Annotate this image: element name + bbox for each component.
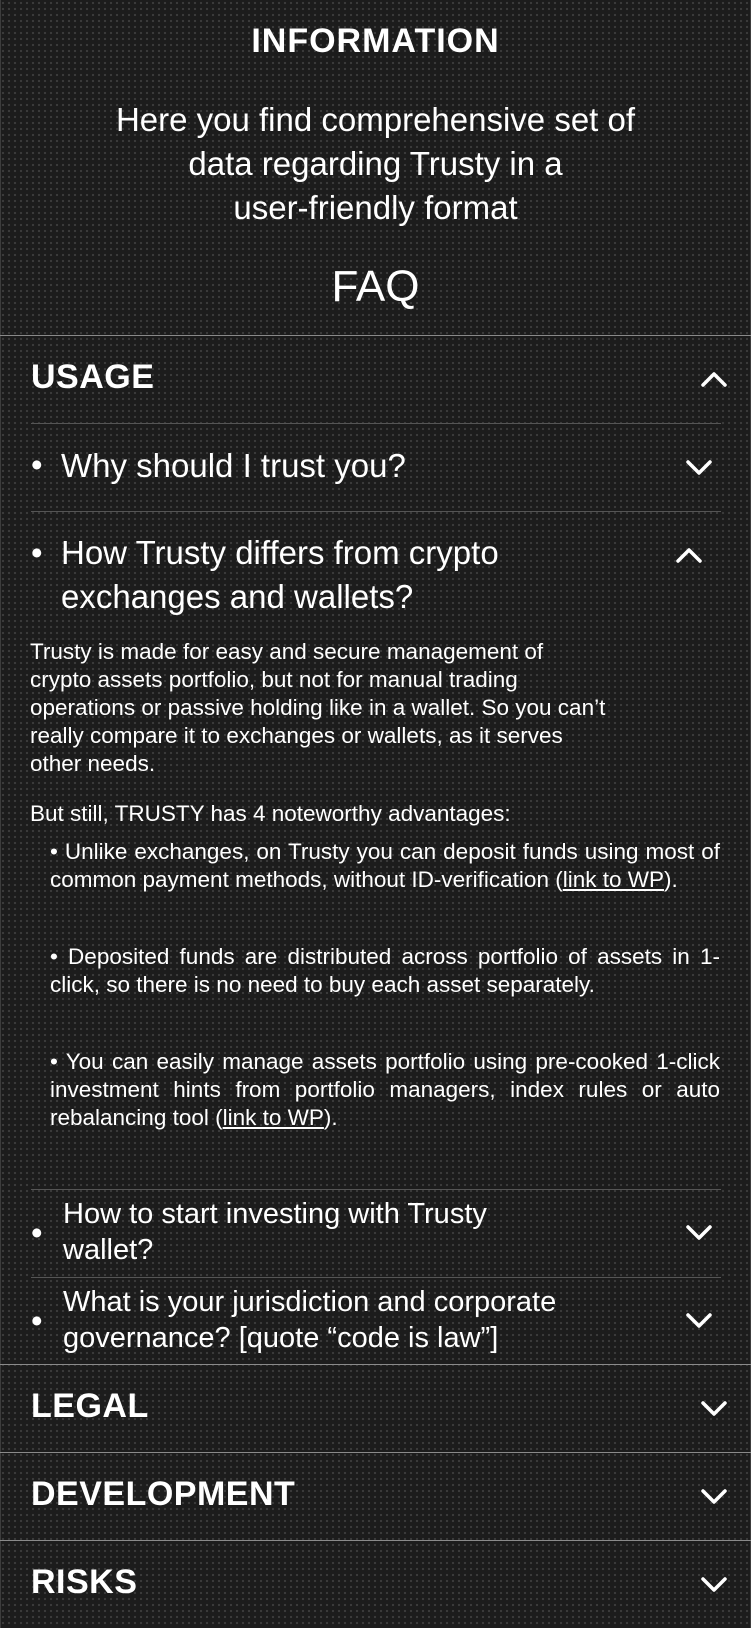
faq-question-differs[interactable]: • How Trusty differs from crypto exchang…: [31, 512, 721, 624]
chevron-down-icon[interactable]: [684, 1217, 714, 1247]
bullet: •: [31, 1214, 43, 1251]
question-line: What is your jurisdiction and corporate: [63, 1286, 557, 1318]
section-label: LEGAL: [31, 1387, 149, 1425]
chevron-down-icon[interactable]: [699, 1481, 729, 1511]
answer-line: Trusty is made for easy and secure manag…: [30, 639, 544, 664]
link-to-wp[interactable]: link to WP: [563, 867, 664, 892]
subtitle-line: user-friendly format: [233, 189, 518, 226]
answer-line: crypto assets portfolio, but not for man…: [30, 667, 518, 692]
answer-advantages-intro: But still, TRUSTY has 4 noteworthy advan…: [30, 801, 511, 826]
question-line: wallet?: [63, 1234, 154, 1266]
question-line: governance? [quote “code is law”]: [63, 1322, 499, 1354]
page-subtitle: Here you find comprehensive set of data …: [40, 98, 711, 230]
chevron-down-icon[interactable]: [684, 1305, 714, 1335]
faq-question-start-investing[interactable]: • How to start investing with Trusty wal…: [31, 1190, 721, 1276]
answer-line: other needs.: [30, 751, 156, 776]
link-to-wp[interactable]: link to WP: [223, 1105, 324, 1130]
answer-line: operations or passive holding like in a …: [30, 695, 606, 720]
section-legal-header[interactable]: LEGAL: [0, 1365, 751, 1452]
subtitle-line: Here you find comprehensive set of: [115, 101, 636, 138]
question-text: Why should I trust you?: [61, 447, 406, 484]
question-line: How Trusty differs from crypto: [61, 534, 499, 571]
chevron-up-icon[interactable]: [674, 540, 704, 570]
question-line: How to start investing with Trusty: [63, 1198, 487, 1230]
section-label: USAGE: [31, 358, 155, 396]
chevron-down-icon[interactable]: [684, 452, 714, 482]
answer-paragraph: Trusty is made for easy and secure manag…: [30, 638, 720, 778]
question-text: What is your jurisdiction and corporate …: [63, 1284, 556, 1356]
question-line: exchanges and wallets?: [61, 578, 414, 615]
section-label: DEVELOPMENT: [31, 1475, 296, 1513]
section-usage-header[interactable]: USAGE: [0, 336, 751, 422]
advantage-item: • Deposited funds are distributed across…: [50, 944, 720, 997]
section-development-header[interactable]: DEVELOPMENT: [0, 1453, 751, 1540]
bullet: •: [31, 534, 43, 571]
faq-title: FAQ: [331, 262, 420, 311]
faq-question-trust[interactable]: • Why should I trust you?: [31, 424, 721, 510]
chevron-down-icon[interactable]: [699, 1393, 729, 1423]
page-title: INFORMATION: [251, 22, 500, 60]
advantage-item: • Unlike exchanges, on Trusty you can de…: [50, 839, 720, 892]
faq-question-jurisdiction[interactable]: • What is your jurisdiction and corporat…: [31, 1278, 721, 1364]
chevron-up-icon[interactable]: [699, 364, 729, 394]
bullet: •: [31, 1302, 43, 1339]
section-risks-header[interactable]: RISKS: [0, 1541, 751, 1628]
chevron-down-icon[interactable]: [699, 1569, 729, 1599]
bullet: •: [31, 446, 43, 483]
answer-line: really compare it to exchanges or wallet…: [30, 723, 563, 748]
section-label: RISKS: [31, 1563, 138, 1601]
subtitle-line: data regarding Trusty in a: [188, 145, 563, 182]
question-text: How to start investing with Trusty walle…: [63, 1196, 487, 1268]
advantage-item: • You can easily manage assets portfolio…: [50, 1049, 720, 1130]
question-text: How Trusty differs from crypto exchanges…: [61, 531, 499, 619]
